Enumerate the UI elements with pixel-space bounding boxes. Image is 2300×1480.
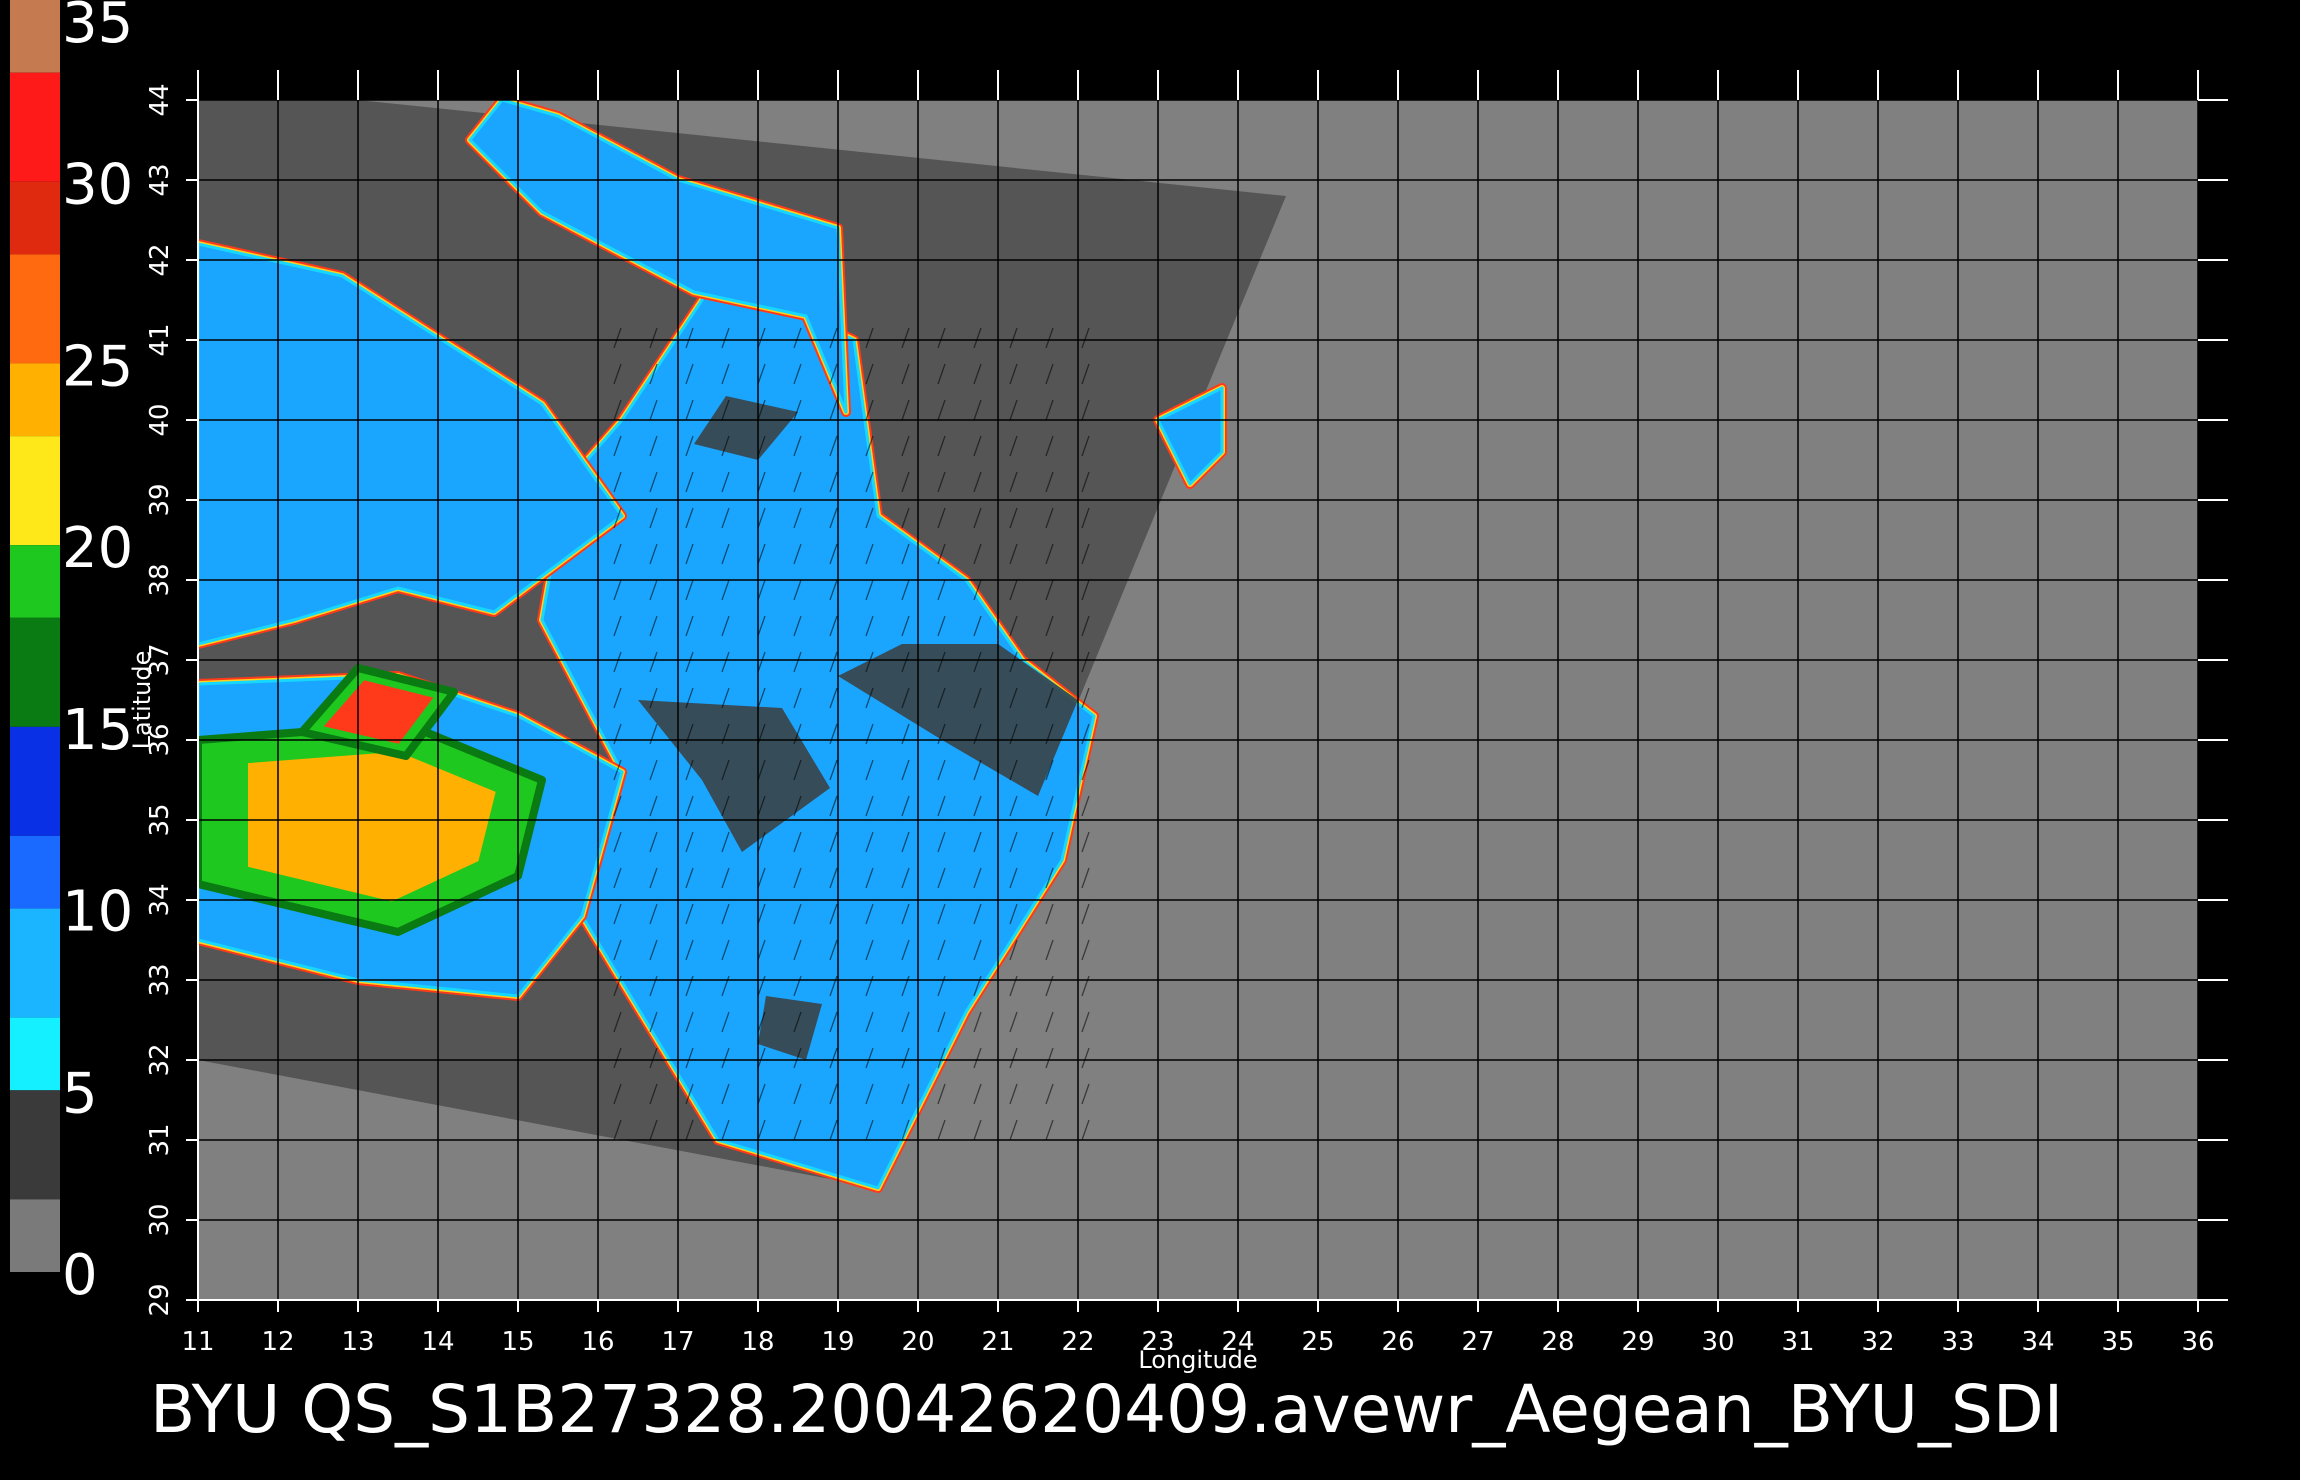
colorbar-label: 25 <box>62 334 133 399</box>
colorbar-band <box>10 1090 60 1200</box>
colorbar-label: 0 <box>62 1243 98 1308</box>
longitude-tick-label: 25 <box>1301 1327 1334 1357</box>
colorbar-band <box>10 0 60 73</box>
latitude-tick-label: 35 <box>145 803 175 836</box>
longitude-tick-label: 15 <box>501 1327 534 1357</box>
y-axis-label: Latitude <box>128 651 156 750</box>
latitude-tick-label: 33 <box>145 963 175 996</box>
wind-map-figure: 35 30 25 20 15 10 5 0 11 12 13 14 15 16 17 18 19 20 21 22 2… <box>10 0 2228 1448</box>
longitude-tick-label: 28 <box>1541 1327 1574 1357</box>
colorbar-band <box>10 72 60 182</box>
longitude-tick-label: 29 <box>1621 1327 1654 1357</box>
latitude-tick-label: 29 <box>145 1283 175 1316</box>
latitude-tick-label: 38 <box>145 563 175 596</box>
latitude-tick-label: 34 <box>145 883 175 916</box>
colorbar-band <box>10 545 60 618</box>
latitude-tick-label: 32 <box>145 1043 175 1076</box>
longitude-tick-label: 18 <box>741 1327 774 1357</box>
colorbar-band <box>10 908 60 1018</box>
colorbar-labels: 35 30 25 20 15 10 5 0 <box>62 0 133 1308</box>
longitude-tick-label: 11 <box>181 1327 214 1357</box>
longitude-tick-label: 19 <box>821 1327 854 1357</box>
longitude-tick-label: 31 <box>1781 1327 1814 1357</box>
latitude-tick-label: 41 <box>145 323 175 356</box>
latitude-tick-label: 40 <box>145 403 175 436</box>
colorbar-label: 30 <box>62 153 133 218</box>
latitude-tick-label: 30 <box>145 1203 175 1236</box>
image-caption: BYU QS_S1B27328.20042620409.avewr_Aegean… <box>150 1371 2063 1448</box>
longitude-tick-label: 17 <box>661 1327 694 1357</box>
x-axis-label: Longitude <box>1138 1346 1257 1374</box>
wind-speed-colorbar <box>10 0 60 1272</box>
longitude-tick-label: 30 <box>1701 1327 1734 1357</box>
longitude-tick-label: 34 <box>2021 1327 2054 1357</box>
longitude-tick-label: 33 <box>1941 1327 1974 1357</box>
colorbar-label: 15 <box>62 698 133 763</box>
colorbar-band <box>10 726 60 836</box>
colorbar-label: 5 <box>62 1061 98 1126</box>
longitude-tick-label: 22 <box>1061 1327 1094 1357</box>
colorbar-band <box>10 835 60 909</box>
colorbar-label: 20 <box>62 516 133 581</box>
latitude-tick-label: 44 <box>145 83 175 116</box>
latitude-tick-label: 31 <box>145 1123 175 1156</box>
colorbar-label: 35 <box>62 0 133 56</box>
longitude-tick-label: 21 <box>981 1327 1014 1357</box>
colorbar-band <box>10 1017 60 1091</box>
colorbar-band <box>10 617 60 727</box>
longitude-tick-label: 36 <box>2181 1327 2214 1357</box>
latitude-tick-label: 43 <box>145 163 175 196</box>
colorbar-band <box>10 181 60 255</box>
colorbar-band <box>10 1199 60 1272</box>
longitude-tick-label: 14 <box>421 1327 454 1357</box>
map-plot-area: 11 12 13 14 15 16 17 18 19 20 21 22 23 24 25 26 27 28 29 30… <box>145 70 2228 1357</box>
colorbar-label: 10 <box>62 880 133 945</box>
longitude-tick-label: 13 <box>341 1327 374 1357</box>
latitude-tick-label: 42 <box>145 243 175 276</box>
longitude-tick-label: 32 <box>1861 1327 1894 1357</box>
colorbar-band <box>10 363 60 437</box>
longitude-tick-label: 27 <box>1461 1327 1494 1357</box>
latitude-tick-label: 39 <box>145 483 175 516</box>
longitude-tick-label: 16 <box>581 1327 614 1357</box>
longitude-tick-label: 26 <box>1381 1327 1414 1357</box>
colorbar-band <box>10 254 60 364</box>
longitude-tick-label: 12 <box>261 1327 294 1357</box>
longitude-tick-label: 20 <box>901 1327 934 1357</box>
longitude-tick-label: 35 <box>2101 1327 2134 1357</box>
colorbar-band <box>10 436 60 546</box>
